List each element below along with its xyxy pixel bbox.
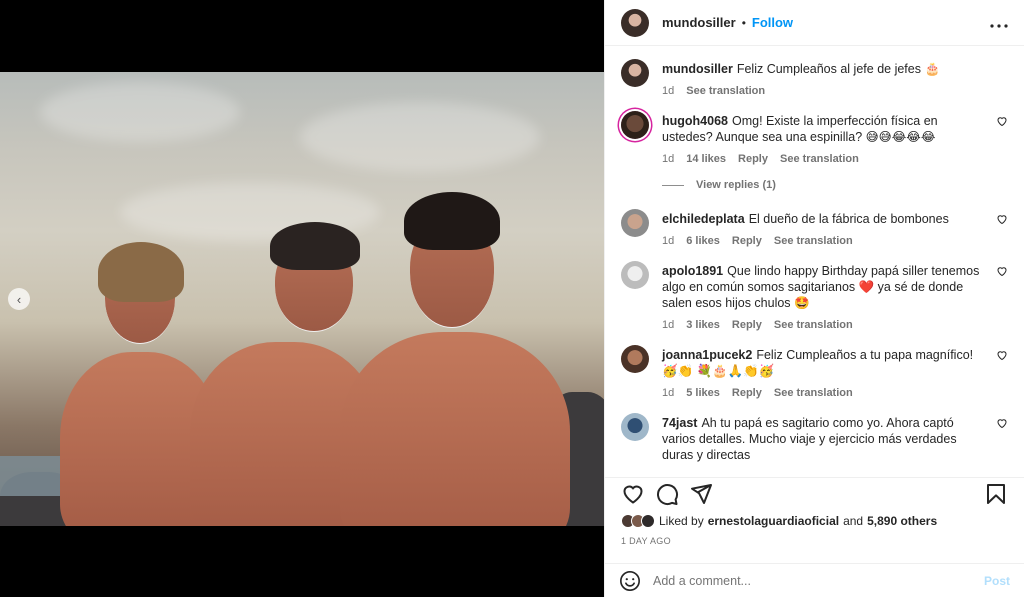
comments-list[interactable]: mundosiller Feliz Cumpleaños al jefe de j… — [605, 47, 1024, 467]
comment-time[interactable]: 1d — [662, 387, 674, 399]
avatar[interactable] — [621, 111, 649, 139]
avatar[interactable] — [621, 8, 649, 37]
likes-and: and — [843, 514, 864, 528]
comment-item: joanna1pucek2 Feliz Cumpleaños a tu papa … — [621, 345, 1008, 399]
bookmark-icon[interactable] — [984, 482, 1008, 506]
comment-username[interactable]: apolo1891 — [662, 264, 723, 278]
view-replies-button[interactable]: View replies (1) — [662, 179, 1008, 191]
heart-icon[interactable] — [996, 115, 1008, 127]
post-date[interactable]: 1 DAY AGO — [621, 536, 671, 546]
likes-others[interactable]: 5,890 others — [867, 514, 937, 528]
comment-item: 74jast Ah tu papá es sagitario como yo. A… — [621, 413, 1008, 463]
reply-button[interactable]: Reply — [732, 319, 762, 331]
avatar[interactable] — [621, 345, 649, 373]
comment-item: hugoh4068 Omg! Existe la imperfección fís… — [621, 111, 1008, 165]
reply-button[interactable]: Reply — [738, 153, 768, 165]
likes-prefix: Liked by — [659, 514, 704, 528]
caption-username[interactable]: mundosiller — [662, 62, 733, 76]
see-translation-link[interactable]: See translation — [774, 235, 853, 247]
comment-item: apolo1891 Que lindo happy Birthday papá s… — [621, 261, 1008, 331]
separator-dot: • — [741, 15, 746, 30]
see-translation-link[interactable]: See translation — [686, 85, 765, 97]
comment-likes[interactable]: 5 likes — [686, 387, 720, 399]
reply-button[interactable]: Reply — [732, 235, 762, 247]
heart-icon[interactable] — [996, 265, 1008, 277]
post-photo[interactable] — [0, 72, 604, 526]
avatar[interactable] — [621, 261, 649, 289]
heart-icon[interactable] — [996, 417, 1008, 429]
comment-username[interactable]: joanna1pucek2 — [662, 348, 752, 362]
comment-likes[interactable]: 6 likes — [686, 235, 720, 247]
avatar[interactable] — [621, 209, 649, 237]
follow-button[interactable]: Follow — [752, 15, 793, 30]
see-translation-link[interactable]: See translation — [774, 319, 853, 331]
likes-summary: Liked by ernestolaguardiaoficial and 5,8… — [621, 514, 941, 528]
avatar[interactable] — [621, 59, 649, 87]
comment-text: Ah tu papá es sagitario como yo. Ahora c… — [662, 416, 957, 462]
liker-username[interactable]: ernestolaguardiaoficial — [708, 514, 839, 528]
heart-icon[interactable] — [996, 349, 1008, 361]
comment-likes[interactable]: 14 likes — [686, 153, 726, 165]
comment-input[interactable] — [653, 573, 984, 588]
comment-time[interactable]: 1d — [662, 85, 674, 97]
comment-username[interactable]: 74jast — [662, 416, 697, 430]
add-comment-bar: Post — [605, 563, 1024, 597]
post-username[interactable]: mundosiller — [662, 15, 736, 30]
more-options-icon[interactable] — [990, 12, 1008, 33]
caption-text: Feliz Cumpleaños al jefe de jefes 🎂 — [736, 62, 941, 76]
comment-username[interactable]: elchiledeplata — [662, 212, 745, 226]
comment-text: El dueño de la fábrica de bombones — [748, 212, 949, 226]
comment-item: elchiledeplata El dueño de la fábrica de … — [621, 209, 1008, 247]
post-sidebar: mundosiller • Follow mundosiller Feliz Cu… — [604, 0, 1024, 597]
view-replies-label: View replies (1) — [696, 179, 776, 191]
comment-likes[interactable]: 3 likes — [686, 319, 720, 331]
post-media: ‹ — [0, 0, 604, 597]
chevron-left-icon: ‹ — [16, 291, 22, 307]
emoji-icon[interactable] — [619, 570, 641, 592]
comment-username[interactable]: hugoh4068 — [662, 114, 728, 128]
reply-button[interactable]: Reply — [732, 387, 762, 399]
share-icon[interactable] — [689, 482, 713, 506]
see-translation-link[interactable]: See translation — [774, 387, 853, 399]
comment-time[interactable]: 1d — [662, 235, 674, 247]
carousel-prev-button[interactable]: ‹ — [8, 288, 30, 310]
caption: mundosiller Feliz Cumpleaños al jefe de j… — [621, 59, 1008, 97]
avatar[interactable] — [621, 413, 649, 441]
liker-avatars[interactable] — [621, 514, 655, 528]
post-comment-button[interactable]: Post — [984, 574, 1010, 588]
post-header: mundosiller • Follow — [605, 0, 1024, 46]
heart-icon[interactable] — [996, 213, 1008, 225]
post-actions — [605, 477, 1024, 505]
comment-icon[interactable] — [655, 482, 679, 506]
comment-time[interactable]: 1d — [662, 319, 674, 331]
see-translation-link[interactable]: See translation — [780, 153, 859, 165]
comment-time[interactable]: 1d — [662, 153, 674, 165]
heart-icon[interactable] — [621, 482, 645, 506]
